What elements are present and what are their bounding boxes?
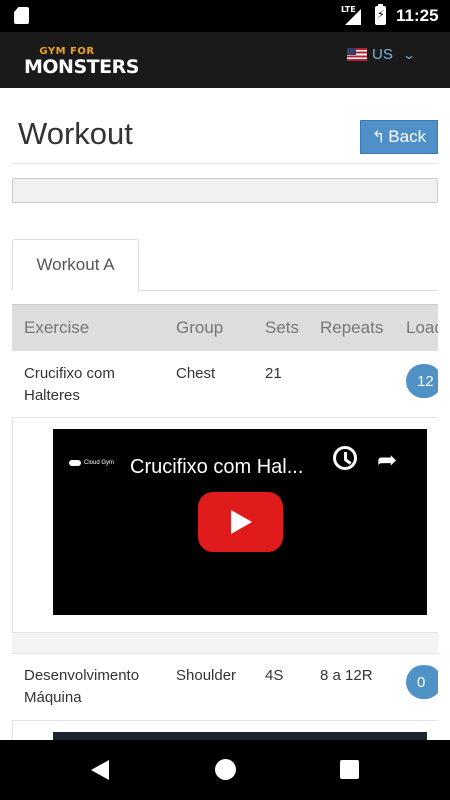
- header-exercise: Exercise: [24, 318, 90, 337]
- header-repeats: Repeats: [320, 318, 384, 337]
- language-label: US: [372, 46, 393, 63]
- us-flag-icon: [347, 48, 367, 61]
- app-logo[interactable]: GYM FOR MONSTERS: [24, 46, 139, 84]
- video-title: Crucifixo com Hal...: [130, 456, 304, 478]
- navigation-bar: [0, 740, 450, 800]
- title-divider: [12, 163, 438, 164]
- repeats-value: 8 a 12R: [320, 667, 373, 684]
- header-load: Load: [406, 318, 438, 337]
- exercise-name: Crucifixo com Halteres: [24, 363, 115, 407]
- muscle-group: Chest: [176, 365, 216, 382]
- channel-name: Cloud Gym: [84, 460, 115, 466]
- share-icon[interactable]: ➦: [377, 446, 397, 475]
- watch-later-icon[interactable]: [333, 446, 357, 470]
- reply-arrow-icon: ↰: [371, 129, 386, 146]
- load-badge[interactable]: 0: [406, 665, 438, 699]
- exercise-name: Desenvolvimento Máquina: [24, 665, 139, 709]
- row-spacer: [12, 633, 438, 654]
- nav-back-icon[interactable]: [91, 760, 109, 780]
- table-header: Exercise Group Sets Repeats Load: [12, 304, 438, 351]
- workout-table[interactable]: Exercise Group Sets Repeats Load Crucifi…: [12, 304, 438, 744]
- status-bar: LTE ⚡ 11:25: [0, 0, 450, 32]
- page-title: Workout: [18, 116, 133, 151]
- table-row: Crucifixo com Halteres Chest 21 12: [12, 351, 438, 418]
- logo-main-text: MONSTERS: [24, 56, 139, 78]
- progress-bar: [12, 178, 438, 203]
- tab-workout-a[interactable]: Workout A: [12, 239, 139, 291]
- battery-icon: ⚡: [375, 4, 386, 25]
- sets-value: 4S: [265, 667, 284, 684]
- nav-recents-icon[interactable]: [340, 760, 359, 779]
- header-sets: Sets: [265, 318, 300, 337]
- youtube-video[interactable]: Cloud Gym Crucifixo com Hal... ➦: [53, 429, 427, 615]
- load-badge[interactable]: 12: [406, 364, 438, 398]
- sets-value: 21: [265, 365, 282, 382]
- channel-brand: Cloud Gym: [69, 460, 114, 466]
- exercise-name-line: Crucifixo com: [24, 365, 115, 382]
- language-selector[interactable]: US ⌄: [347, 46, 416, 63]
- exercise-name-line: Desenvolvimento: [24, 667, 140, 684]
- muscle-group: Shoulder: [176, 667, 237, 684]
- exercise-name-line: Máquina: [24, 689, 82, 706]
- table-row: Desenvolvimento Máquina Shoulder 4S 8 a …: [12, 654, 438, 721]
- header-group: Group: [176, 318, 224, 337]
- play-button-icon[interactable]: [198, 492, 283, 552]
- exercise-name-line: Halteres: [24, 387, 80, 404]
- video-row: Cloud Gym Crucifixo com Hal... ➦: [12, 418, 438, 633]
- back-button[interactable]: ↰ Back: [360, 120, 438, 154]
- chevron-down-icon: ⌄: [401, 47, 416, 62]
- status-time: 11:25: [396, 6, 439, 25]
- nav-home-icon[interactable]: [215, 759, 236, 780]
- sd-card-icon: [14, 7, 29, 24]
- app-header: GYM FOR MONSTERS US ⌄: [0, 32, 450, 88]
- back-button-label: Back: [388, 127, 427, 146]
- cloud-icon: [69, 460, 81, 466]
- network-type: LTE: [341, 5, 356, 14]
